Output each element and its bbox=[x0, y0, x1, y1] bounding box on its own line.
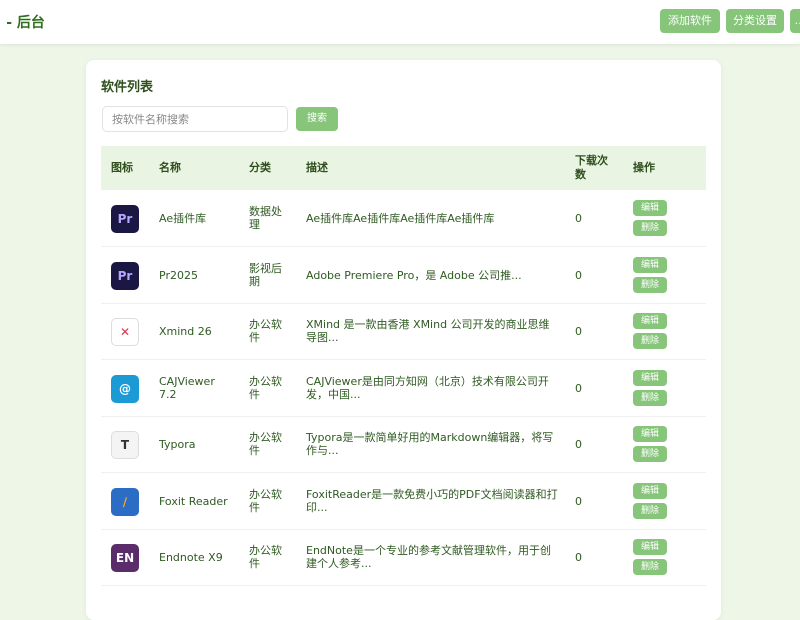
software-description: Typora是一款简单好用的Markdown编辑器，将写 作与... bbox=[306, 431, 554, 457]
header-icon: 图标 bbox=[111, 161, 133, 174]
typora-icon: T bbox=[111, 431, 139, 459]
edit-button[interactable]: 编辑 bbox=[633, 426, 667, 442]
download-count: 0 bbox=[575, 268, 582, 282]
table-header: 图标 名称 分类 描述 下载次 数 操作 bbox=[101, 146, 706, 190]
software-name: Pr2025 bbox=[159, 268, 198, 282]
delete-button[interactable]: 删除 bbox=[633, 276, 667, 293]
software-category: 影视后期 bbox=[249, 261, 282, 288]
software-category: 数据处理 bbox=[249, 205, 282, 231]
table-row: Pr Pr2025 影视后期 Adobe Premiere Pro，是 Adobe 公… bbox=[101, 247, 706, 304]
header-category: 分类 bbox=[249, 161, 271, 174]
download-count: 0 bbox=[575, 212, 582, 225]
download-count: 0 bbox=[575, 381, 582, 395]
table-row: @ CAJViewer 7.2 办公软件 CAJViewer是由同方知网（北京）技术有限… bbox=[101, 360, 706, 417]
add-software-button[interactable]: 添加软件 bbox=[660, 9, 720, 33]
table-row: ∕ Foxit Reader 办公软件 FoxitReader是一款免费小巧的PDF文… bbox=[101, 473, 706, 530]
header-description: 描述 bbox=[306, 161, 328, 174]
software-description: FoxitReader是一款免费小巧的PDF文档阅读器和打 印... bbox=[306, 487, 558, 514]
software-category: 办公软件 bbox=[249, 374, 282, 401]
software-description: Ae插件库Ae插件库Ae插件库Ae插件库 bbox=[306, 212, 495, 225]
download-count: 0 bbox=[575, 551, 582, 564]
table-row: T Typora 办公软件 Typora是一款简单好用的Markdown编辑器，将写作… bbox=[101, 416, 706, 473]
delete-button[interactable]: 删除 bbox=[633, 502, 667, 519]
endnote-icon: EN bbox=[111, 544, 139, 572]
software-category: 办公软件 bbox=[249, 318, 282, 344]
header-actions: 操作 bbox=[633, 161, 655, 174]
foxit-reader-icon: ∕ bbox=[111, 487, 139, 516]
xmind-icon: ✕ bbox=[111, 318, 139, 346]
edit-button[interactable]: 编辑 bbox=[633, 539, 667, 555]
download-count: 0 bbox=[575, 494, 582, 508]
edit-button[interactable]: 编辑 bbox=[633, 369, 667, 386]
header-downloads-line1: 下载次 bbox=[575, 154, 608, 167]
top-bar: · - 后台 添加软件 分类设置 … bbox=[0, 0, 800, 44]
edit-button[interactable]: 编辑 bbox=[633, 482, 667, 499]
software-description: CAJViewer是由同方知网（北京）技术有限公司开 发，中国... bbox=[306, 374, 549, 401]
header-name: 名称 bbox=[159, 161, 181, 174]
software-description: XMind 是一款由香港 XMind 公司开发的商业思维 导图... bbox=[306, 318, 550, 344]
software-name: Foxit Reader bbox=[159, 494, 228, 508]
delete-button[interactable]: 删除 bbox=[633, 389, 667, 406]
edit-button[interactable]: 编辑 bbox=[633, 200, 667, 216]
software-category: 办公软件 bbox=[249, 487, 282, 514]
table-row: Pr Ae插件库 数据处理 Ae插件库Ae插件库Ae插件库Ae插件库 0 编辑删除 bbox=[101, 190, 706, 247]
search-input[interactable] bbox=[102, 106, 288, 132]
software-name: Xmind 26 bbox=[159, 325, 212, 338]
table-row: EN Endnote X9 办公软件 EndNote是一个专业的参考文献管理软件，用于… bbox=[101, 529, 706, 586]
software-category: 办公软件 bbox=[249, 431, 282, 457]
software-list-card: 软件列表 搜索 图标 名称 分类 描述 下载次 数 操作 Pr Ae插件库 数据处理… bbox=[86, 60, 721, 620]
delete-button[interactable]: 删除 bbox=[633, 220, 667, 236]
edit-button[interactable]: 编辑 bbox=[633, 256, 667, 273]
software-name: Endnote X9 bbox=[159, 551, 223, 564]
category-settings-button[interactable]: 分类设置 bbox=[726, 9, 784, 33]
software-category: 办公软件 bbox=[249, 544, 282, 570]
software-description: EndNote是一个专业的参考文献管理软件，用于创 建个人参考... bbox=[306, 544, 551, 570]
cajviewer-icon: @ bbox=[111, 374, 139, 403]
delete-button[interactable]: 删除 bbox=[633, 333, 667, 349]
delete-button[interactable]: 删除 bbox=[633, 559, 667, 575]
table-row: ✕ Xmind 26 办公软件 XMind 是一款由香港 XMind 公司开发的商业思… bbox=[101, 303, 706, 360]
search-button[interactable]: 搜索 bbox=[296, 107, 338, 131]
software-description: Adobe Premiere Pro，是 Adobe 公司推... bbox=[306, 268, 522, 282]
page-title: 软件列表 bbox=[101, 80, 154, 95]
software-name: Ae插件库 bbox=[159, 212, 207, 225]
delete-button[interactable]: 删除 bbox=[633, 446, 667, 462]
download-count: 0 bbox=[575, 325, 582, 338]
extra-header-button[interactable]: … bbox=[790, 9, 800, 33]
software-name: Typora bbox=[159, 438, 196, 451]
premiere-icon: Pr bbox=[111, 261, 139, 290]
app-title: · - 后台 bbox=[0, 15, 45, 31]
header-downloads-line2: 数 bbox=[575, 168, 586, 181]
premiere-icon: Pr bbox=[111, 205, 139, 233]
download-count: 0 bbox=[575, 438, 582, 451]
edit-button[interactable]: 编辑 bbox=[633, 313, 667, 329]
software-name: CAJViewer 7.2 bbox=[159, 374, 215, 401]
